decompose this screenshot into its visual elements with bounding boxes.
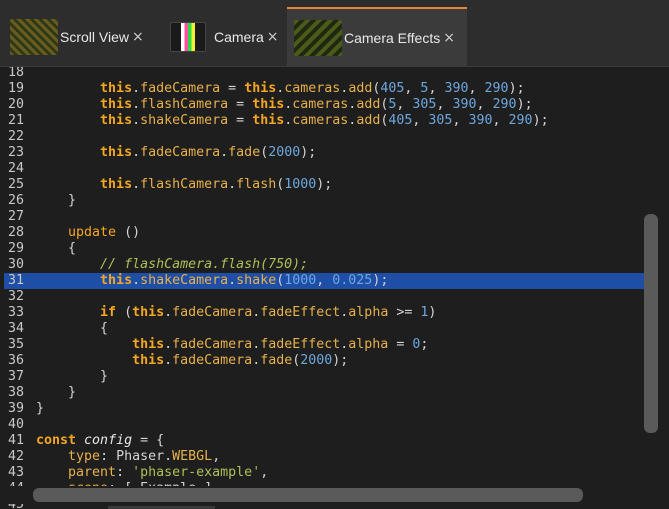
code-text: this.fadeCamera.fade(2000); [132,353,349,368]
code-text: { [68,241,77,256]
code-text: this.flashCamera.flash(1000); [100,177,333,192]
vertical-scrollbar[interactable] [644,214,658,433]
code-line[interactable]: 24 [4,161,644,177]
code-text: this.fadeCamera.fadeEffect.alpha = 0; [132,337,429,352]
code-line[interactable]: 19 this.fadeCamera = this.cameras.add(40… [4,81,644,97]
line-number: 24 [8,161,25,176]
line-number: 29 [8,241,25,256]
code-line[interactable]: 26 } [4,193,644,209]
code-line[interactable]: 31 this.shakeCamera.shake(1000, 0.025); [4,273,644,289]
code-lines: 18 19 this.fadeCamera = this.cameras.add(… [4,66,644,509]
line-number: 22 [8,129,25,144]
line-number: 35 [8,337,25,352]
camera-effects-thumbnail [294,19,342,56]
line-number: 27 [8,209,25,224]
code-text: } [68,385,77,400]
line-number: 41 [8,433,25,448]
code-text: const config = { [36,433,165,448]
code-line[interactable]: 32 [4,289,644,305]
close-icon[interactable]: × [132,29,144,45]
line-number: 43 [8,465,25,480]
line-number: 18 [8,66,25,80]
code-text: this.fadeCamera = this.cameras.add(405, … [100,81,525,96]
line-number: 23 [8,145,25,160]
tab-label: Camera Effects [344,29,441,46]
code-text: this.shakeCamera.shake(1000, 0.025); [100,273,389,288]
code-line[interactable]: 37 } [4,369,644,385]
code-editor[interactable]: 18 19 this.fadeCamera = this.cameras.add(… [0,66,669,509]
code-text: } [36,401,45,416]
code-line[interactable]: 20 this.flashCamera = this.cameras.add(5… [4,97,644,113]
close-icon[interactable]: × [443,30,455,46]
code-line[interactable]: 23 this.fadeCamera.fade(2000); [4,145,644,161]
code-text: if (this.fadeCamera.fadeEffect.alpha >= … [100,305,437,320]
line-number: 31 [8,273,25,288]
line-number: 26 [8,193,25,208]
code-text: type: Phaser.WEBGL, [68,449,221,464]
code-text: this.fadeCamera.fade(2000); [100,145,317,160]
code-text: // flashCamera.flash(750); [100,257,309,272]
close-icon[interactable]: × [267,29,279,45]
line-number: 37 [8,369,25,384]
code-line[interactable]: 43 parent: 'phaser-example', [4,465,644,481]
code-text: { [100,321,109,336]
line-number: 42 [8,449,25,464]
tab-label: Camera [214,28,264,45]
code-line[interactable]: 39} [4,401,644,417]
code-line[interactable]: 36 this.fadeCamera.fade(2000); [4,353,644,369]
line-number: 32 [8,289,25,304]
line-number: 38 [8,385,25,400]
code-line[interactable]: 18 [4,66,644,81]
code-line[interactable]: 33 if (this.fadeCamera.fadeEffect.alpha … [4,305,644,321]
code-text: parent: 'phaser-example', [68,465,269,480]
code-line[interactable]: 35 this.fadeCamera.fadeEffect.alpha = 0; [4,337,644,353]
code-text: } [68,193,77,208]
code-line[interactable]: 34 { [4,321,644,337]
tab-bar: Scroll View × Camera × Camera Effects × [0,0,669,66]
line-number: 25 [8,177,25,192]
code-line[interactable]: 41 const config = { [4,433,644,449]
horizontal-scrollbar[interactable] [33,488,583,502]
camera-thumbnail [170,21,206,52]
code-line[interactable]: 29 { [4,241,644,257]
line-number: 21 [8,113,25,128]
code-line[interactable]: 42 type: Phaser.WEBGL, [4,449,644,465]
line-number: 36 [8,353,25,368]
line-number: 19 [8,81,25,96]
tab-label: Scroll View [60,28,129,45]
line-number: 34 [8,321,25,336]
code-text: this.flashCamera = this.cameras.add(5, 3… [100,97,533,112]
code-text: this.shakeCamera = this.cameras.add(405,… [100,113,549,128]
code-text: } [100,369,109,384]
code-line[interactable]: 22 [4,129,644,145]
code-line[interactable]: 30 // flashCamera.flash(750); [4,257,644,273]
line-number: 33 [8,305,25,320]
scroll-view-thumbnail [10,18,58,55]
code-line[interactable]: 21 this.shakeCamera = this.cameras.add(4… [4,113,644,129]
line-number: 40 [8,417,25,432]
line-number: 30 [8,257,25,272]
code-line[interactable]: 25 this.flashCamera.flash(1000); [4,177,644,193]
code-line[interactable]: 28 update () [4,225,644,241]
line-number: 39 [8,401,25,416]
code-text: update () [68,225,141,240]
code-line[interactable]: 27 [4,209,644,225]
tab-scroll-view[interactable]: Scroll View × [0,7,144,66]
code-line[interactable]: 40 [4,417,644,433]
line-number: 20 [8,97,25,112]
line-number: 28 [8,225,25,240]
tab-camera-effects[interactable]: Camera Effects × [287,7,467,66]
tab-camera[interactable]: Camera × [160,7,279,66]
code-line[interactable]: 38 } [4,385,644,401]
